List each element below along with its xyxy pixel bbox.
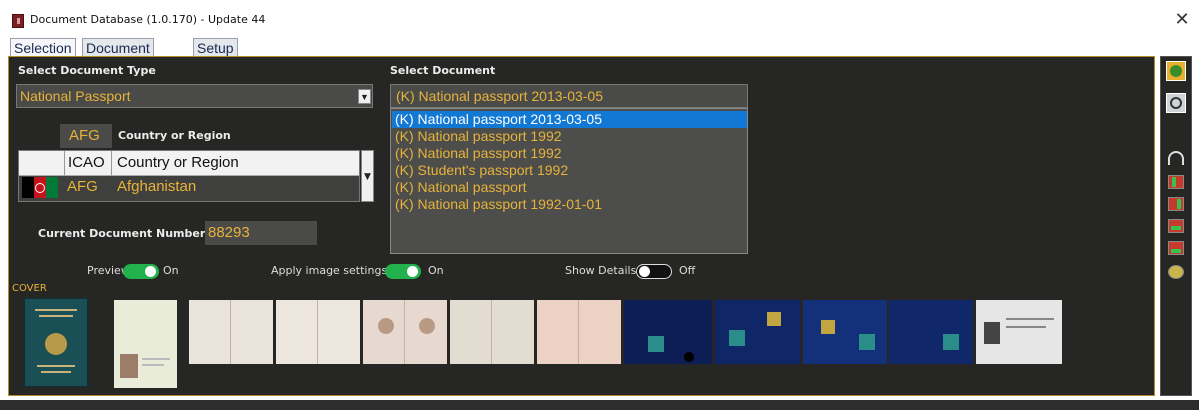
afghanistan-flag-icon: [22, 177, 58, 198]
data-page-thumbnail[interactable]: [114, 300, 177, 388]
page-thumbnail[interactable]: [450, 300, 534, 364]
show-details-label: Show Details: [565, 264, 637, 277]
select-document-label: Select Document: [390, 64, 496, 77]
icao-column-header: ICAO: [68, 154, 105, 171]
tab-setup[interactable]: Setup: [193, 38, 238, 57]
check-filter-icon[interactable]: [1168, 241, 1184, 255]
page-thumbnail[interactable]: [189, 300, 273, 364]
close-button[interactable]: ✕: [1172, 10, 1192, 30]
uv-page-thumbnail[interactable]: [624, 300, 712, 364]
select-document-combo[interactable]: (K) National passport 2013-03-05: [390, 84, 748, 108]
right-toolbar: [1160, 56, 1192, 396]
tab-document-data[interactable]: Document Data: [82, 38, 154, 75]
select-document-value: (K) National passport 2013-03-05: [396, 88, 604, 104]
current-document-field[interactable]: 88293: [205, 221, 317, 245]
chevron-down-icon[interactable]: ▼: [358, 89, 371, 104]
document-type-value: National Passport: [20, 88, 131, 104]
country-row-afghanistan[interactable]: AFG Afghanistan: [19, 175, 359, 201]
country-row-code: AFG: [67, 178, 98, 195]
document-type-dropdown[interactable]: National Passport ▼: [16, 84, 373, 108]
settings-icon[interactable]: [1168, 265, 1184, 279]
current-document-value: 88293: [208, 224, 250, 241]
image-settings-toggle[interactable]: [385, 264, 421, 279]
document-list-item[interactable]: (K) National passport 1992: [395, 128, 562, 145]
current-document-label: Current Document Number: [38, 227, 206, 240]
cover-label: COVER: [12, 283, 47, 294]
country-code-value: AFG: [69, 127, 100, 144]
passport-cover-thumbnail[interactable]: [24, 298, 88, 387]
check-list-icon[interactable]: [1168, 219, 1184, 233]
page-thumbnail[interactable]: [363, 300, 447, 364]
open-document-icon[interactable]: [1166, 61, 1186, 81]
show-details-state: Off: [679, 264, 696, 277]
preview-state: On: [163, 264, 179, 277]
document-type-label: Select Document Type: [18, 64, 156, 77]
country-column-header: Country or Region: [117, 154, 239, 171]
app-icon: [12, 14, 24, 28]
country-grid[interactable]: ICAO Country or Region AFG Afghanistan: [18, 150, 360, 202]
uv-page-thumbnail[interactable]: [803, 300, 887, 364]
bw-page-thumbnail[interactable]: [976, 300, 1062, 364]
title-bar: Document Database (1.0.170) - Update 44 …: [0, 0, 1199, 34]
image-settings-state: On: [428, 264, 444, 277]
show-details-toggle[interactable]: [636, 264, 672, 279]
status-bar: [0, 400, 1199, 410]
uv-page-thumbnail[interactable]: [715, 300, 800, 364]
document-list-item[interactable]: (K) National passport 1992: [395, 145, 562, 162]
preview-toggle[interactable]: [123, 264, 159, 279]
country-label: Country or Region: [118, 129, 231, 142]
document-list-item[interactable]: (K) National passport 1992-01-01: [395, 196, 602, 213]
country-grid-header: ICAO Country or Region: [19, 151, 359, 176]
country-row-name: Afghanistan: [117, 178, 197, 195]
country-code-field[interactable]: AFG: [60, 124, 112, 148]
image-settings-label: Apply image settings: [271, 264, 388, 277]
document-list-item[interactable]: (K) National passport 2013-03-05: [392, 111, 747, 128]
compare-green-icon[interactable]: [1168, 175, 1184, 189]
document-list[interactable]: (K) National passport 2013-03-05 (K) Nat…: [390, 108, 748, 254]
document-list-item[interactable]: (K) National passport: [395, 179, 527, 196]
undo-icon[interactable]: [1168, 151, 1184, 165]
uv-page-thumbnail[interactable]: [889, 300, 973, 364]
document-list-item[interactable]: (K) Student's passport 1992: [395, 162, 568, 179]
page-thumbnail[interactable]: [276, 300, 360, 364]
tab-selection[interactable]: Selection: [10, 38, 76, 57]
refresh-icon[interactable]: [1166, 93, 1186, 113]
page-thumbnail[interactable]: [537, 300, 621, 364]
window-title: Document Database (1.0.170) - Update 44: [30, 13, 266, 26]
compare-red-icon[interactable]: [1168, 197, 1184, 211]
country-dropdown-arrow-icon[interactable]: ▼: [361, 150, 374, 202]
